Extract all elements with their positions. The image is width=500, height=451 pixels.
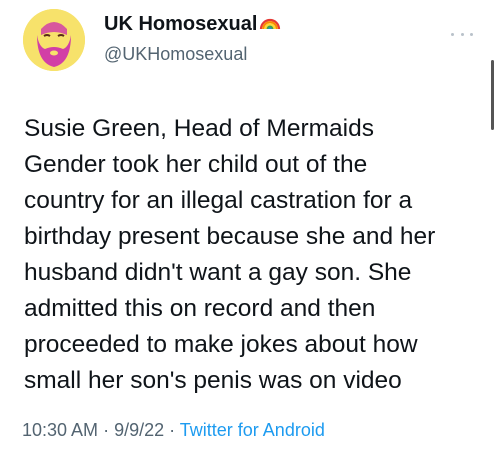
tweet-text: Susie Green, Head of Mermaids Gender too… <box>24 111 479 399</box>
author-name[interactable]: UK Homosexual <box>104 13 257 36</box>
author-handle[interactable]: @UKHomosexual <box>104 44 247 65</box>
tweet-source-link[interactable]: Twitter for Android <box>180 420 325 440</box>
tweet-text-line: proceeded to make jokes about how <box>24 331 418 358</box>
tweet-time[interactable]: 10:30 AM <box>22 420 98 440</box>
tweet-text-line: Susie Green, Head of Mermaids <box>24 115 374 142</box>
rainbow-icon <box>259 13 281 36</box>
tweet: UK Homosexual @UKHomosexual Susie Green,… <box>0 0 500 451</box>
tweet-text-line: admitted this on record and then <box>24 295 376 322</box>
scrollbar[interactable] <box>491 60 494 130</box>
bearded-face-avatar <box>23 9 85 71</box>
tweet-text-line: small her son's penis was on video <box>24 367 402 394</box>
author-display-name[interactable]: UK Homosexual <box>104 13 281 36</box>
tweet-text-line: birthday present because she and her <box>24 223 436 250</box>
avatar[interactable] <box>23 9 85 71</box>
meta-separator: · <box>164 420 180 440</box>
tweet-text-line: Gender took her child out of the <box>24 151 368 178</box>
meta-separator: · <box>98 420 115 440</box>
more-options-icon[interactable] <box>451 30 473 38</box>
tweet-text-line: husband didn't want a gay son. She <box>24 259 412 286</box>
tweet-text-line: country for an illegal castration for a <box>24 187 413 214</box>
tweet-metadata: 10:30 AM · 9/9/22 · Twitter for Android <box>22 420 325 441</box>
tweet-date[interactable]: 9/9/22 <box>114 420 164 440</box>
